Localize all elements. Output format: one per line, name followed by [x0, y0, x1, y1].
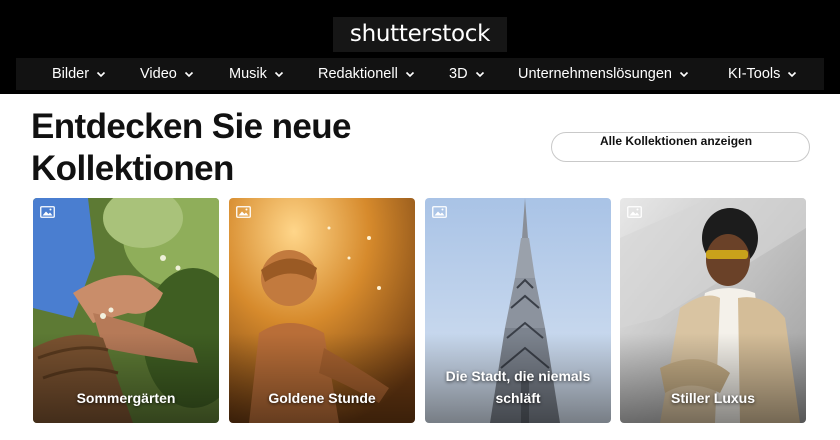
nav-item-label: Unternehmenslösungen: [518, 66, 672, 82]
chevron-down-icon: [184, 71, 193, 78]
nav-item-label: Video: [140, 66, 177, 82]
nav-item-bilder[interactable]: Bilder: [52, 58, 106, 90]
nav-item-label: 3D: [449, 66, 468, 82]
main-nav: Bilder Video Musik Redaktionell 3D Unter…: [16, 58, 824, 90]
chevron-down-icon: [788, 71, 797, 78]
nav-item-label: Musik: [229, 66, 267, 82]
label-shade: [33, 333, 219, 423]
label-shade: [229, 333, 415, 423]
nav-item-label: KI-Tools: [728, 66, 781, 82]
page-title-line-2: Kollektionen: [31, 149, 234, 188]
all-collections-button-label: Alle Kollektionen anzeigen: [600, 134, 753, 148]
chevron-down-icon: [475, 71, 484, 78]
top-header: shutterstock Bilder Video Musik Redaktio…: [0, 0, 840, 94]
nav-item-musik[interactable]: Musik: [229, 58, 284, 90]
all-collections-button[interactable]: Alle Kollektionen anzeigen: [551, 132, 810, 162]
collection-card-goldene-stunde[interactable]: Goldene Stunde: [229, 198, 415, 423]
nav-item-label: Redaktionell: [318, 66, 398, 82]
page-title: Entdecken Sie neue Kollektionen: [31, 106, 451, 190]
collection-card-sommergaerten[interactable]: Sommergärten: [33, 198, 219, 423]
collection-card-label: Sommergärten: [76, 390, 176, 406]
chevron-down-icon: [97, 71, 106, 78]
image-icon: [432, 206, 447, 218]
image-icon: [40, 206, 55, 218]
nav-item-label: Bilder: [52, 66, 90, 82]
collection-card-label: Stiller Luxus: [670, 390, 756, 406]
chevron-down-icon: [679, 71, 689, 78]
label-shade: [620, 333, 806, 423]
page-title-line-1: Entdecken Sie neue: [31, 107, 351, 146]
chevron-down-icon: [274, 71, 283, 78]
nav-item-video[interactable]: Video: [140, 58, 194, 90]
nav-item-ki-tools[interactable]: KI-Tools: [728, 58, 797, 90]
image-icon: [627, 206, 642, 218]
chevron-down-icon: [405, 71, 414, 78]
collection-card-label: Die Stadt, die niemals schläft: [445, 368, 591, 406]
shutterstock-logo[interactable]: shutterstock: [333, 17, 507, 52]
nav-item-unternehmensloesungen[interactable]: Unternehmenslösungen: [518, 58, 689, 90]
nav-item-redaktionell[interactable]: Redaktionell: [318, 58, 415, 90]
collection-card-label: Goldene Stunde: [268, 390, 376, 406]
collection-card-die-stadt[interactable]: Die Stadt, die niemals schläft: [425, 198, 611, 423]
collection-card-stiller-luxus[interactable]: Stiller Luxus: [620, 198, 806, 423]
image-icon: [236, 206, 251, 218]
nav-item-3d[interactable]: 3D: [449, 58, 485, 90]
